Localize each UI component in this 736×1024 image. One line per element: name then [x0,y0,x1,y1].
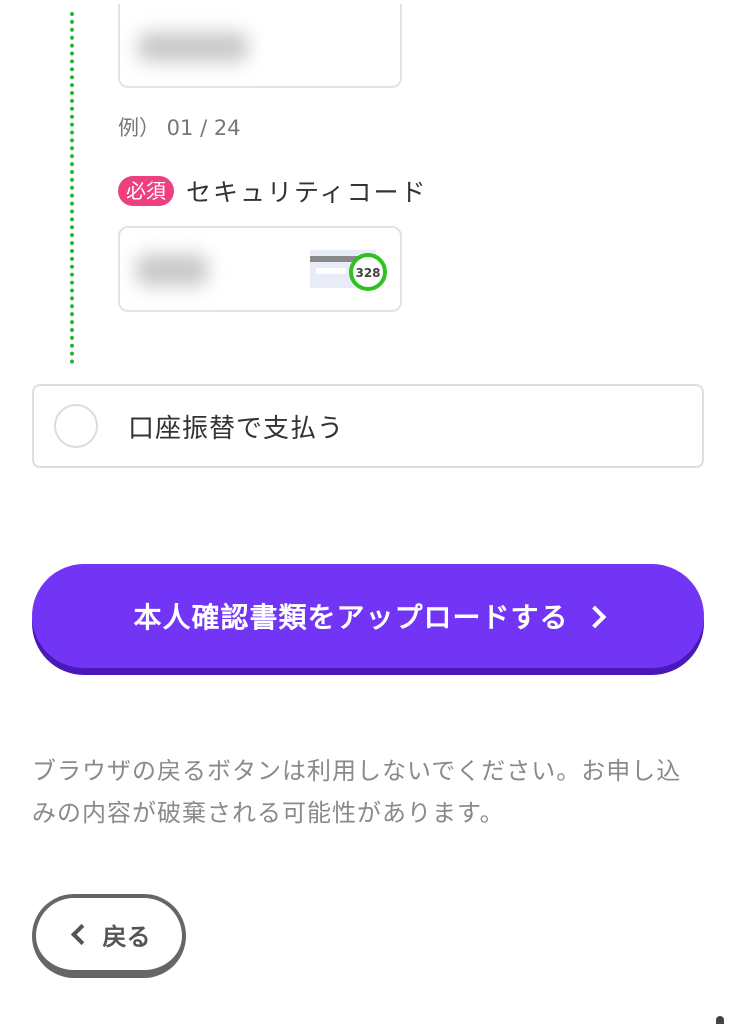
upload-id-documents-button[interactable]: 本人確認書類をアップロードする [32,564,704,668]
security-code-label: セキュリティコード [186,178,428,207]
bank-transfer-option[interactable]: 口座振替で支払う [32,384,704,468]
masked-security-code-value [136,254,208,286]
security-code-input[interactable]: 328 [118,226,402,312]
expiry-date-input[interactable] [118,4,402,88]
section-dotted-guide [70,12,74,364]
back-button[interactable]: 戻る [32,894,186,978]
cvc-sample-number: 328 [355,266,380,280]
card-cvc-icon: 328 [310,250,387,291]
bank-transfer-radio[interactable] [54,404,98,448]
chevron-left-icon [70,923,92,945]
back-button-label: 戻る [102,922,151,951]
masked-expiry-value [138,32,248,62]
scroll-indicator [716,1016,724,1024]
back-button-warning-notice: ブラウザの戻るボタンは利用しないでください。お申し込みの内容が破棄される可能性が… [32,757,682,827]
security-code-label-row: 必須 セキュリティコード [118,172,428,210]
expiry-example-hint: 例） 01 / 24 [118,116,241,140]
required-badge: 必須 [118,176,174,206]
bank-transfer-label: 口座振替で支払う [128,413,345,444]
chevron-right-icon [583,605,606,629]
upload-button-label: 本人確認書類をアップロードする [133,601,569,634]
